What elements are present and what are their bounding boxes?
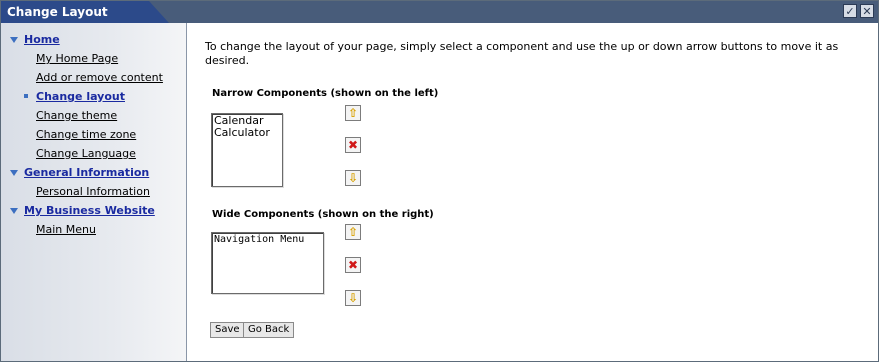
sidebar-item-change-language[interactable]: Change Language bbox=[1, 144, 187, 163]
active-bullet-icon bbox=[24, 94, 28, 98]
list-item[interactable]: Navigation Menu bbox=[214, 234, 321, 246]
change-layout-window: Change Layout ✓ ✕ Home My Home Page Add … bbox=[0, 0, 879, 362]
sidebar-item-link[interactable]: Add or remove content bbox=[36, 71, 163, 84]
sidebar-item-change-time-zone[interactable]: Change time zone bbox=[1, 125, 187, 144]
window-title: Change Layout bbox=[1, 1, 169, 23]
title-bar-icons: ✓ ✕ bbox=[843, 4, 874, 18]
sidebar-item-main-menu[interactable]: Main Menu bbox=[1, 220, 187, 239]
wide-move-up-button[interactable]: ⇧ bbox=[345, 224, 361, 240]
sidebar-item-link[interactable]: Change Language bbox=[36, 147, 136, 160]
sidebar-item-link[interactable]: Main Menu bbox=[36, 223, 96, 236]
narrow-components-label: Narrow Components (shown on the left) bbox=[212, 88, 439, 99]
sidebar-item-my-home-page[interactable]: My Home Page bbox=[1, 49, 187, 68]
nav-section-my-business-website[interactable]: My Business Website bbox=[1, 201, 187, 220]
wide-components-list[interactable]: Navigation Menu bbox=[211, 232, 324, 294]
wide-components-label: Wide Components (shown on the right) bbox=[212, 209, 434, 220]
nav-section-link[interactable]: My Business Website bbox=[24, 204, 155, 217]
expand-triangle-icon[interactable] bbox=[10, 37, 18, 43]
nav-section-link[interactable]: General Information bbox=[24, 166, 149, 179]
sidebar-item-link[interactable]: Personal Information bbox=[36, 185, 150, 198]
nav-section-home[interactable]: Home bbox=[1, 30, 187, 49]
wide-remove-button[interactable]: ✖ bbox=[345, 257, 361, 273]
list-item[interactable]: Calculator bbox=[214, 127, 280, 139]
sidebar-nav: Home My Home Page Add or remove content … bbox=[1, 23, 187, 361]
sidebar-item-link[interactable]: Change time zone bbox=[36, 128, 136, 141]
sidebar-item-change-theme[interactable]: Change theme bbox=[1, 106, 187, 125]
go-back-button[interactable]: Go Back bbox=[243, 322, 295, 338]
sidebar-item-change-layout[interactable]: Change layout bbox=[1, 87, 187, 106]
sidebar-item-personal-information[interactable]: Personal Information bbox=[1, 182, 187, 201]
sidebar-item-link[interactable]: My Home Page bbox=[36, 52, 118, 65]
nav-section-general-information[interactable]: General Information bbox=[1, 163, 187, 182]
narrow-move-down-button[interactable]: ⇩ bbox=[345, 170, 361, 186]
wide-move-down-button[interactable]: ⇩ bbox=[345, 290, 361, 306]
expand-triangle-icon[interactable] bbox=[10, 170, 18, 176]
title-bar: Change Layout ✓ ✕ bbox=[1, 1, 878, 23]
checkmark-icon[interactable]: ✓ bbox=[843, 4, 857, 18]
sidebar-item-add-remove-content[interactable]: Add or remove content bbox=[1, 68, 187, 87]
close-icon[interactable]: ✕ bbox=[860, 4, 874, 18]
narrow-remove-button[interactable]: ✖ bbox=[345, 137, 361, 153]
sidebar-item-link[interactable]: Change layout bbox=[36, 90, 125, 103]
nav-section-link[interactable]: Home bbox=[24, 33, 60, 46]
nav-list: Home My Home Page Add or remove content … bbox=[1, 30, 187, 239]
sidebar-item-link[interactable]: Change theme bbox=[36, 109, 117, 122]
narrow-move-up-button[interactable]: ⇧ bbox=[345, 105, 361, 121]
narrow-components-list[interactable]: Calendar Calculator bbox=[211, 113, 283, 187]
intro-text: To change the layout of your page, simpl… bbox=[205, 40, 839, 67]
save-button[interactable]: Save bbox=[210, 322, 245, 338]
expand-triangle-icon[interactable] bbox=[10, 208, 18, 214]
